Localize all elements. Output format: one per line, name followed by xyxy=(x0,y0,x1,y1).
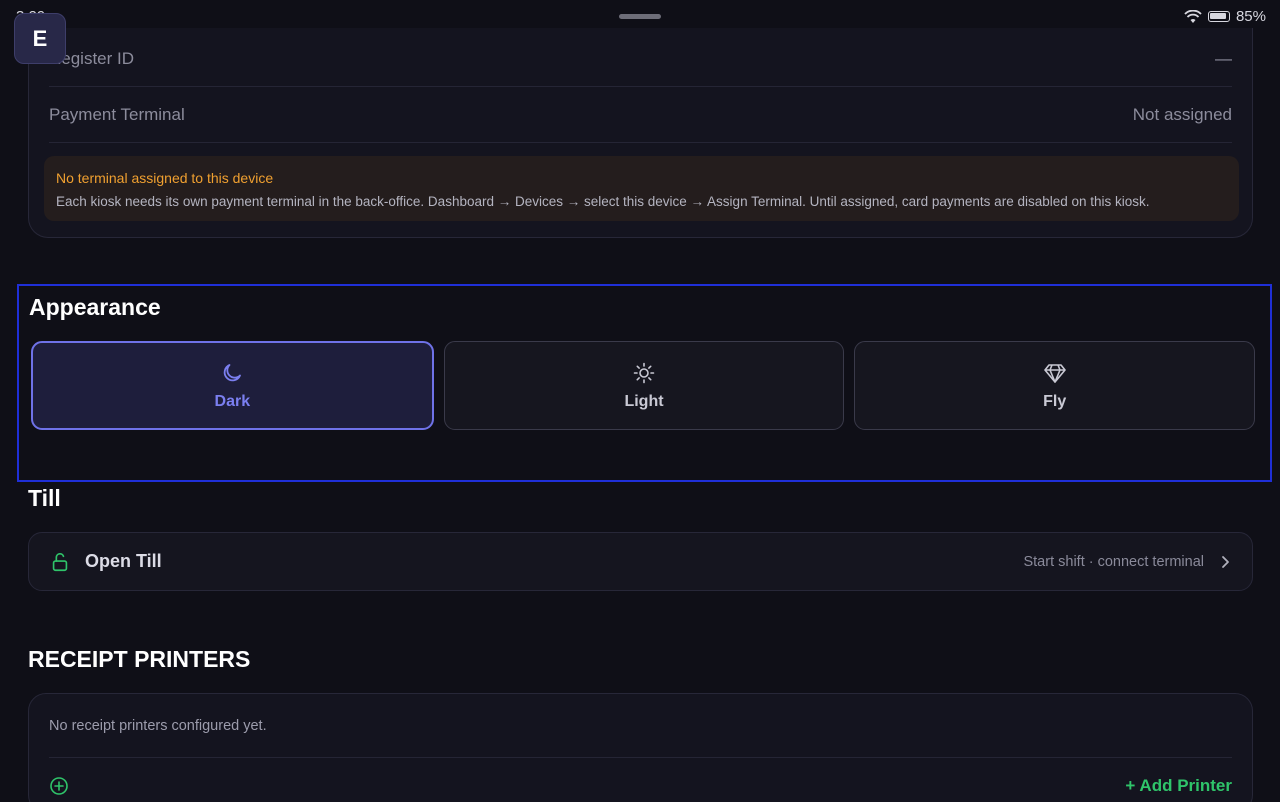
wifi-icon xyxy=(1184,9,1202,23)
theme-option-dark[interactable]: Dark xyxy=(31,341,434,430)
printers-empty-text: No receipt printers configured yet. xyxy=(49,718,267,734)
divider xyxy=(49,757,1232,758)
moon-icon xyxy=(224,363,242,381)
payment-terminal-label: Payment Terminal xyxy=(49,104,185,124)
payment-terminal-row: Payment Terminal Not assigned xyxy=(49,87,1232,143)
avatar-initial: E xyxy=(32,25,48,51)
theme-options: Dark Light Fly xyxy=(31,341,1256,432)
theme-option-light[interactable]: Light xyxy=(443,341,845,430)
theme-label-dark: Dark xyxy=(214,392,251,410)
sun-icon xyxy=(633,362,655,383)
open-till-button[interactable]: Open Till Start shift · connect terminal xyxy=(28,532,1253,591)
warning-body: Each kiosk needs its own payment termina… xyxy=(56,194,1150,209)
theme-option-fly[interactable]: Fly xyxy=(854,341,1256,430)
device-info-card: Register ID — Payment Terminal Not assig… xyxy=(28,28,1253,238)
drag-handle[interactable] xyxy=(619,14,661,19)
warning-title: No terminal assigned to this device xyxy=(56,170,274,186)
chevron-right-icon xyxy=(1222,555,1229,568)
register-id-row: Register ID — xyxy=(49,31,1232,87)
register-id-value: — xyxy=(1215,48,1232,68)
diamond-icon xyxy=(1043,363,1066,383)
no-terminal-warning: No terminal assigned to this device Each… xyxy=(44,156,1239,221)
receipt-printers-card: No receipt printers configured yet. + Ad… xyxy=(28,693,1253,802)
battery-level: 85% xyxy=(1235,8,1266,25)
unlock-icon xyxy=(52,552,68,571)
appearance-title: Appearance xyxy=(29,294,161,320)
status-indicators: 85% xyxy=(1184,8,1266,25)
receipt-printers-title: RECEIPT PRINTERS xyxy=(28,646,251,672)
open-till-subtitle: Start shift · connect terminal xyxy=(1023,553,1204,570)
theme-label-fly: Fly xyxy=(1043,392,1067,410)
avatar[interactable]: E xyxy=(14,13,66,64)
payment-terminal-value: Not assigned xyxy=(1132,104,1232,124)
add-printer-button[interactable]: + Add Printer xyxy=(1125,776,1232,796)
settings-screen: 3:29 85% E Register ID — Payment Termina… xyxy=(0,0,1280,802)
till-title: Till xyxy=(28,485,61,511)
theme-label-light: Light xyxy=(624,392,664,410)
add-circle-icon[interactable] xyxy=(49,776,69,796)
open-till-label: Open Till xyxy=(85,551,162,571)
battery-icon xyxy=(1207,11,1230,22)
appearance-section: Appearance Dark Light Fly xyxy=(17,284,1272,482)
